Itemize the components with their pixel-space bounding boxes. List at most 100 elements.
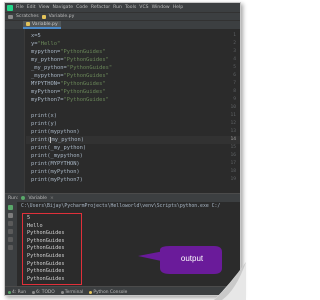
console-output-line: PythonGuides (27, 230, 65, 237)
console-output-line: PythonGuides (27, 253, 65, 259)
string-literal: "PythonGuides" (63, 73, 109, 79)
line-number: 11 (230, 113, 236, 118)
python-run-icon (21, 196, 26, 200)
console-output-line: PythonGuides (27, 245, 65, 252)
trash-icon[interactable] (8, 245, 13, 250)
python-file-icon (26, 22, 30, 26)
console-toolbar (5, 202, 17, 286)
menu-refactor[interactable]: Refactor (91, 5, 110, 10)
rerun-icon[interactable] (8, 205, 13, 210)
menu-navigate[interactable]: Navigate (53, 5, 74, 10)
string-literal: "PythonGuides" (60, 81, 106, 87)
menu-tools[interactable]: Tools (125, 5, 136, 10)
code-line[interactable]: x=5 (31, 32, 41, 40)
terminal-tool-label: Terminal (64, 289, 84, 295)
folder-icon (8, 14, 13, 19)
terminal-icon (60, 290, 64, 294)
code-token: print(x) (31, 113, 57, 119)
tab-variable-py[interactable]: Variable.py (23, 21, 61, 29)
todo-tool-button[interactable]: 6: TODO (32, 290, 55, 295)
run-label: Run: (8, 195, 19, 201)
code-line[interactable]: print(x) (31, 112, 57, 120)
line-number: 18 (230, 169, 236, 174)
python-console-label: Python Console (93, 289, 128, 295)
code-line[interactable]: myPython7="PythonGuides" (31, 96, 109, 104)
wrap-icon[interactable] (8, 229, 13, 234)
line-number: 10 (230, 105, 236, 110)
line-number: 7 (233, 81, 236, 86)
code-token: mypython= (31, 49, 61, 55)
code-editor[interactable]: 1 x=5 2 y="Hello" 3 mypython="PythonGuides" 4 m… (5, 29, 240, 193)
code-line[interactable]: MYPYTHON="PythonGuides" (31, 80, 106, 88)
scroll-icon[interactable] (8, 221, 13, 226)
line-number: 1 (233, 33, 236, 38)
code-line[interactable]: print(y) (31, 120, 57, 128)
bottom-tool-strip: 4: Run 6: TODO Terminal Python Console (5, 286, 240, 295)
menu-file[interactable]: File (16, 5, 24, 10)
code-token: myPython7= (31, 97, 64, 103)
code-token: print(MYPYTHON) (31, 161, 80, 167)
menu-run[interactable]: Run (113, 5, 122, 10)
python-console-button[interactable]: Python Console (89, 290, 127, 295)
code-line[interactable]: _mypython="PythonGuides" (31, 72, 109, 80)
todo-icon (32, 290, 36, 294)
line-number: 3 (233, 49, 236, 54)
string-literal: "PythonGuides" (66, 65, 113, 71)
menu-view[interactable]: View (39, 5, 50, 10)
code-token: print(y) (31, 121, 57, 127)
print-icon[interactable] (8, 237, 13, 242)
console-output-line: Hello (27, 222, 43, 229)
menu-edit[interactable]: Edit (27, 5, 36, 10)
menu-window[interactable]: Window (152, 5, 170, 10)
line-number: 15 (230, 145, 236, 150)
run-console[interactable]: C:\Users\Bijay\PycharmProjects\Helloworl… (5, 202, 240, 286)
line-number: 6 (233, 73, 236, 78)
code-token: print(_my_python) (31, 145, 87, 151)
code-line[interactable]: print(my_python) (31, 136, 84, 144)
code-line[interactable]: print(myPython) (31, 168, 80, 176)
run-tool-label: 4: Run (12, 289, 27, 295)
code-line[interactable]: print(_my_python) (31, 144, 86, 152)
menu-code[interactable]: Code (76, 5, 88, 10)
code-line[interactable]: print(myPython7) (31, 176, 83, 184)
line-number: 13 (230, 129, 236, 134)
run-command: C:\Users\Bijay\PycharmProjects\Helloworl… (21, 204, 221, 209)
code-token: print(myPython) (31, 169, 80, 175)
breadcrumb-scratches[interactable]: Scratches (16, 14, 39, 19)
line-number: 5 (233, 65, 236, 70)
code-token: _mypython= (31, 73, 64, 79)
run-tool-button[interactable]: 4: Run (8, 290, 26, 295)
console-output-line: PythonGuides (27, 237, 65, 244)
menu-help[interactable]: Help (173, 5, 183, 10)
terminal-tool-button[interactable]: Terminal (60, 289, 84, 295)
code-line[interactable]: mypython="PythonGuides" (31, 48, 106, 56)
close-icon[interactable]: × (50, 196, 54, 201)
breadcrumb-file[interactable]: Variable.py (49, 14, 75, 19)
code-line[interactable]: _my_python="PythonGuides" (31, 64, 112, 72)
code-token: print(_mypython) (31, 153, 83, 159)
todo-tool-label: 6: TODO (36, 289, 55, 295)
code-line[interactable]: print(mypython) (31, 128, 80, 136)
code-line[interactable]: my_python="PythonGuides" (31, 56, 109, 64)
code-token: _my_python= (31, 65, 67, 71)
code-line[interactable]: y="Hello" (31, 40, 60, 48)
menu-bar: File Edit View Navigate Code Refactor Ru… (5, 3, 240, 12)
console-output-line: 5 (27, 215, 31, 221)
string-literal: "PythonGuides" (63, 57, 109, 63)
code-line[interactable]: myPython="PythonGuides" (31, 88, 106, 96)
tab-label: Variable.py (32, 21, 58, 27)
code-line[interactable]: print(_mypython) (31, 152, 83, 160)
string-literal: "PythonGuides" (60, 89, 106, 95)
code-token: myPython= (31, 89, 61, 95)
line-number: 12 (230, 121, 236, 126)
line-number: 9 (233, 97, 236, 102)
run-config-tab[interactable]: Variable (28, 196, 47, 201)
editor-tab-bar: Variable.py (5, 20, 240, 29)
code-token: my_python) (51, 137, 84, 143)
run-icon (8, 290, 11, 294)
code-token: print( (31, 137, 51, 143)
breadcrumb: Scratches Variable.py (5, 12, 240, 20)
stop-icon[interactable] (8, 213, 13, 218)
menu-vcs[interactable]: VCS (139, 5, 148, 10)
code-line[interactable]: print(MYPYTHON) (31, 160, 80, 168)
